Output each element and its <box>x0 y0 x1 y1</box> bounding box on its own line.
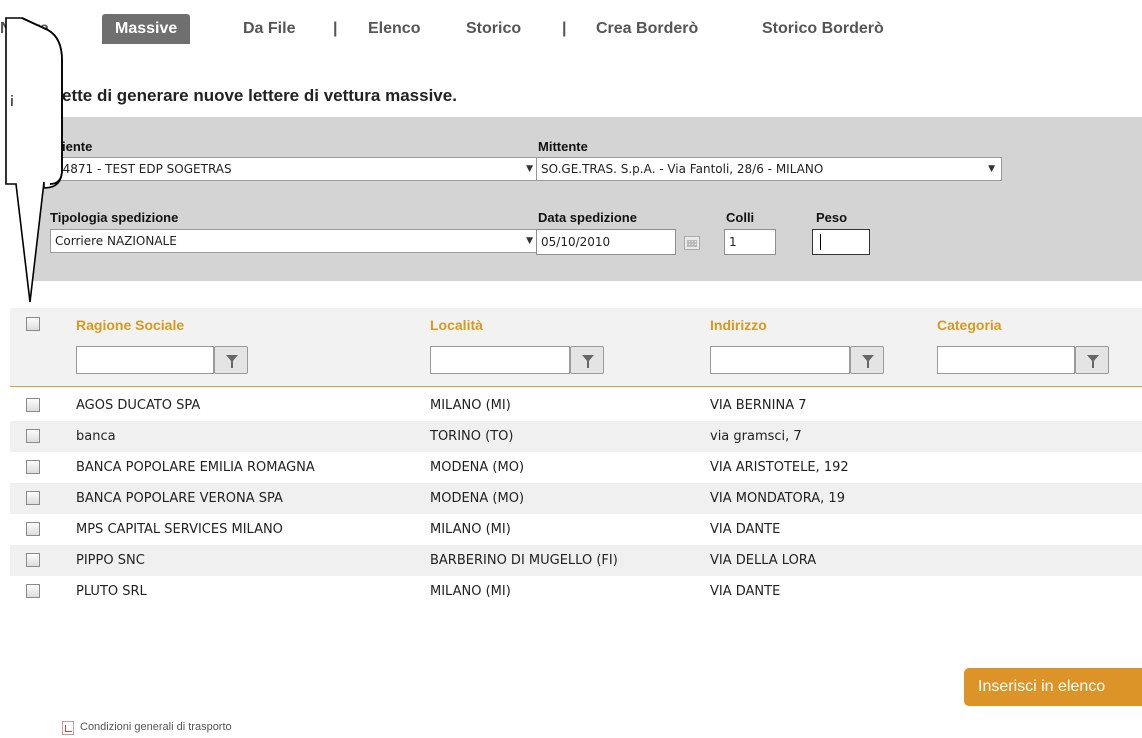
callout-text: i <box>10 94 14 110</box>
callout-balloon <box>5 17 63 303</box>
callout-shape <box>5 17 63 303</box>
